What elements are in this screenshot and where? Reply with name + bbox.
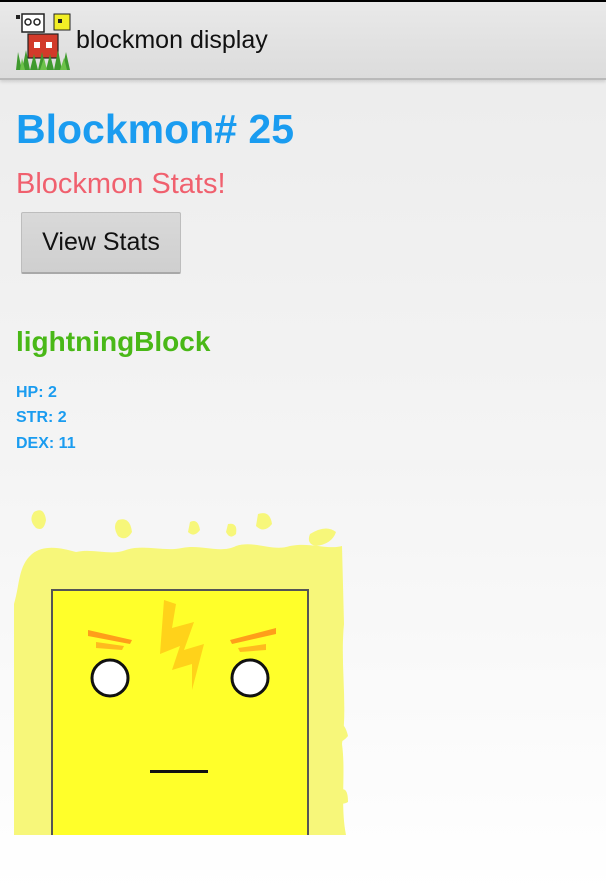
action-bar: blockmon display bbox=[0, 2, 606, 80]
page-title: Blockmon# 25 bbox=[16, 106, 294, 152]
stat-dex: DEX: 11 bbox=[16, 435, 76, 452]
blockmon-name: lightningBlock bbox=[16, 326, 211, 357]
stat-hp: HP: 2 bbox=[16, 384, 57, 401]
app-title: blockmon display bbox=[76, 26, 268, 54]
main-content: Blockmon# 25 Blockmon Stats! View Stats … bbox=[0, 80, 606, 895]
view-stats-button[interactable]: View Stats bbox=[21, 212, 181, 274]
stats-subheading: Blockmon Stats! bbox=[16, 168, 226, 200]
app-icon[interactable] bbox=[14, 12, 72, 70]
lightning-block-image bbox=[14, 504, 348, 851]
stat-str: STR: 2 bbox=[16, 409, 67, 426]
